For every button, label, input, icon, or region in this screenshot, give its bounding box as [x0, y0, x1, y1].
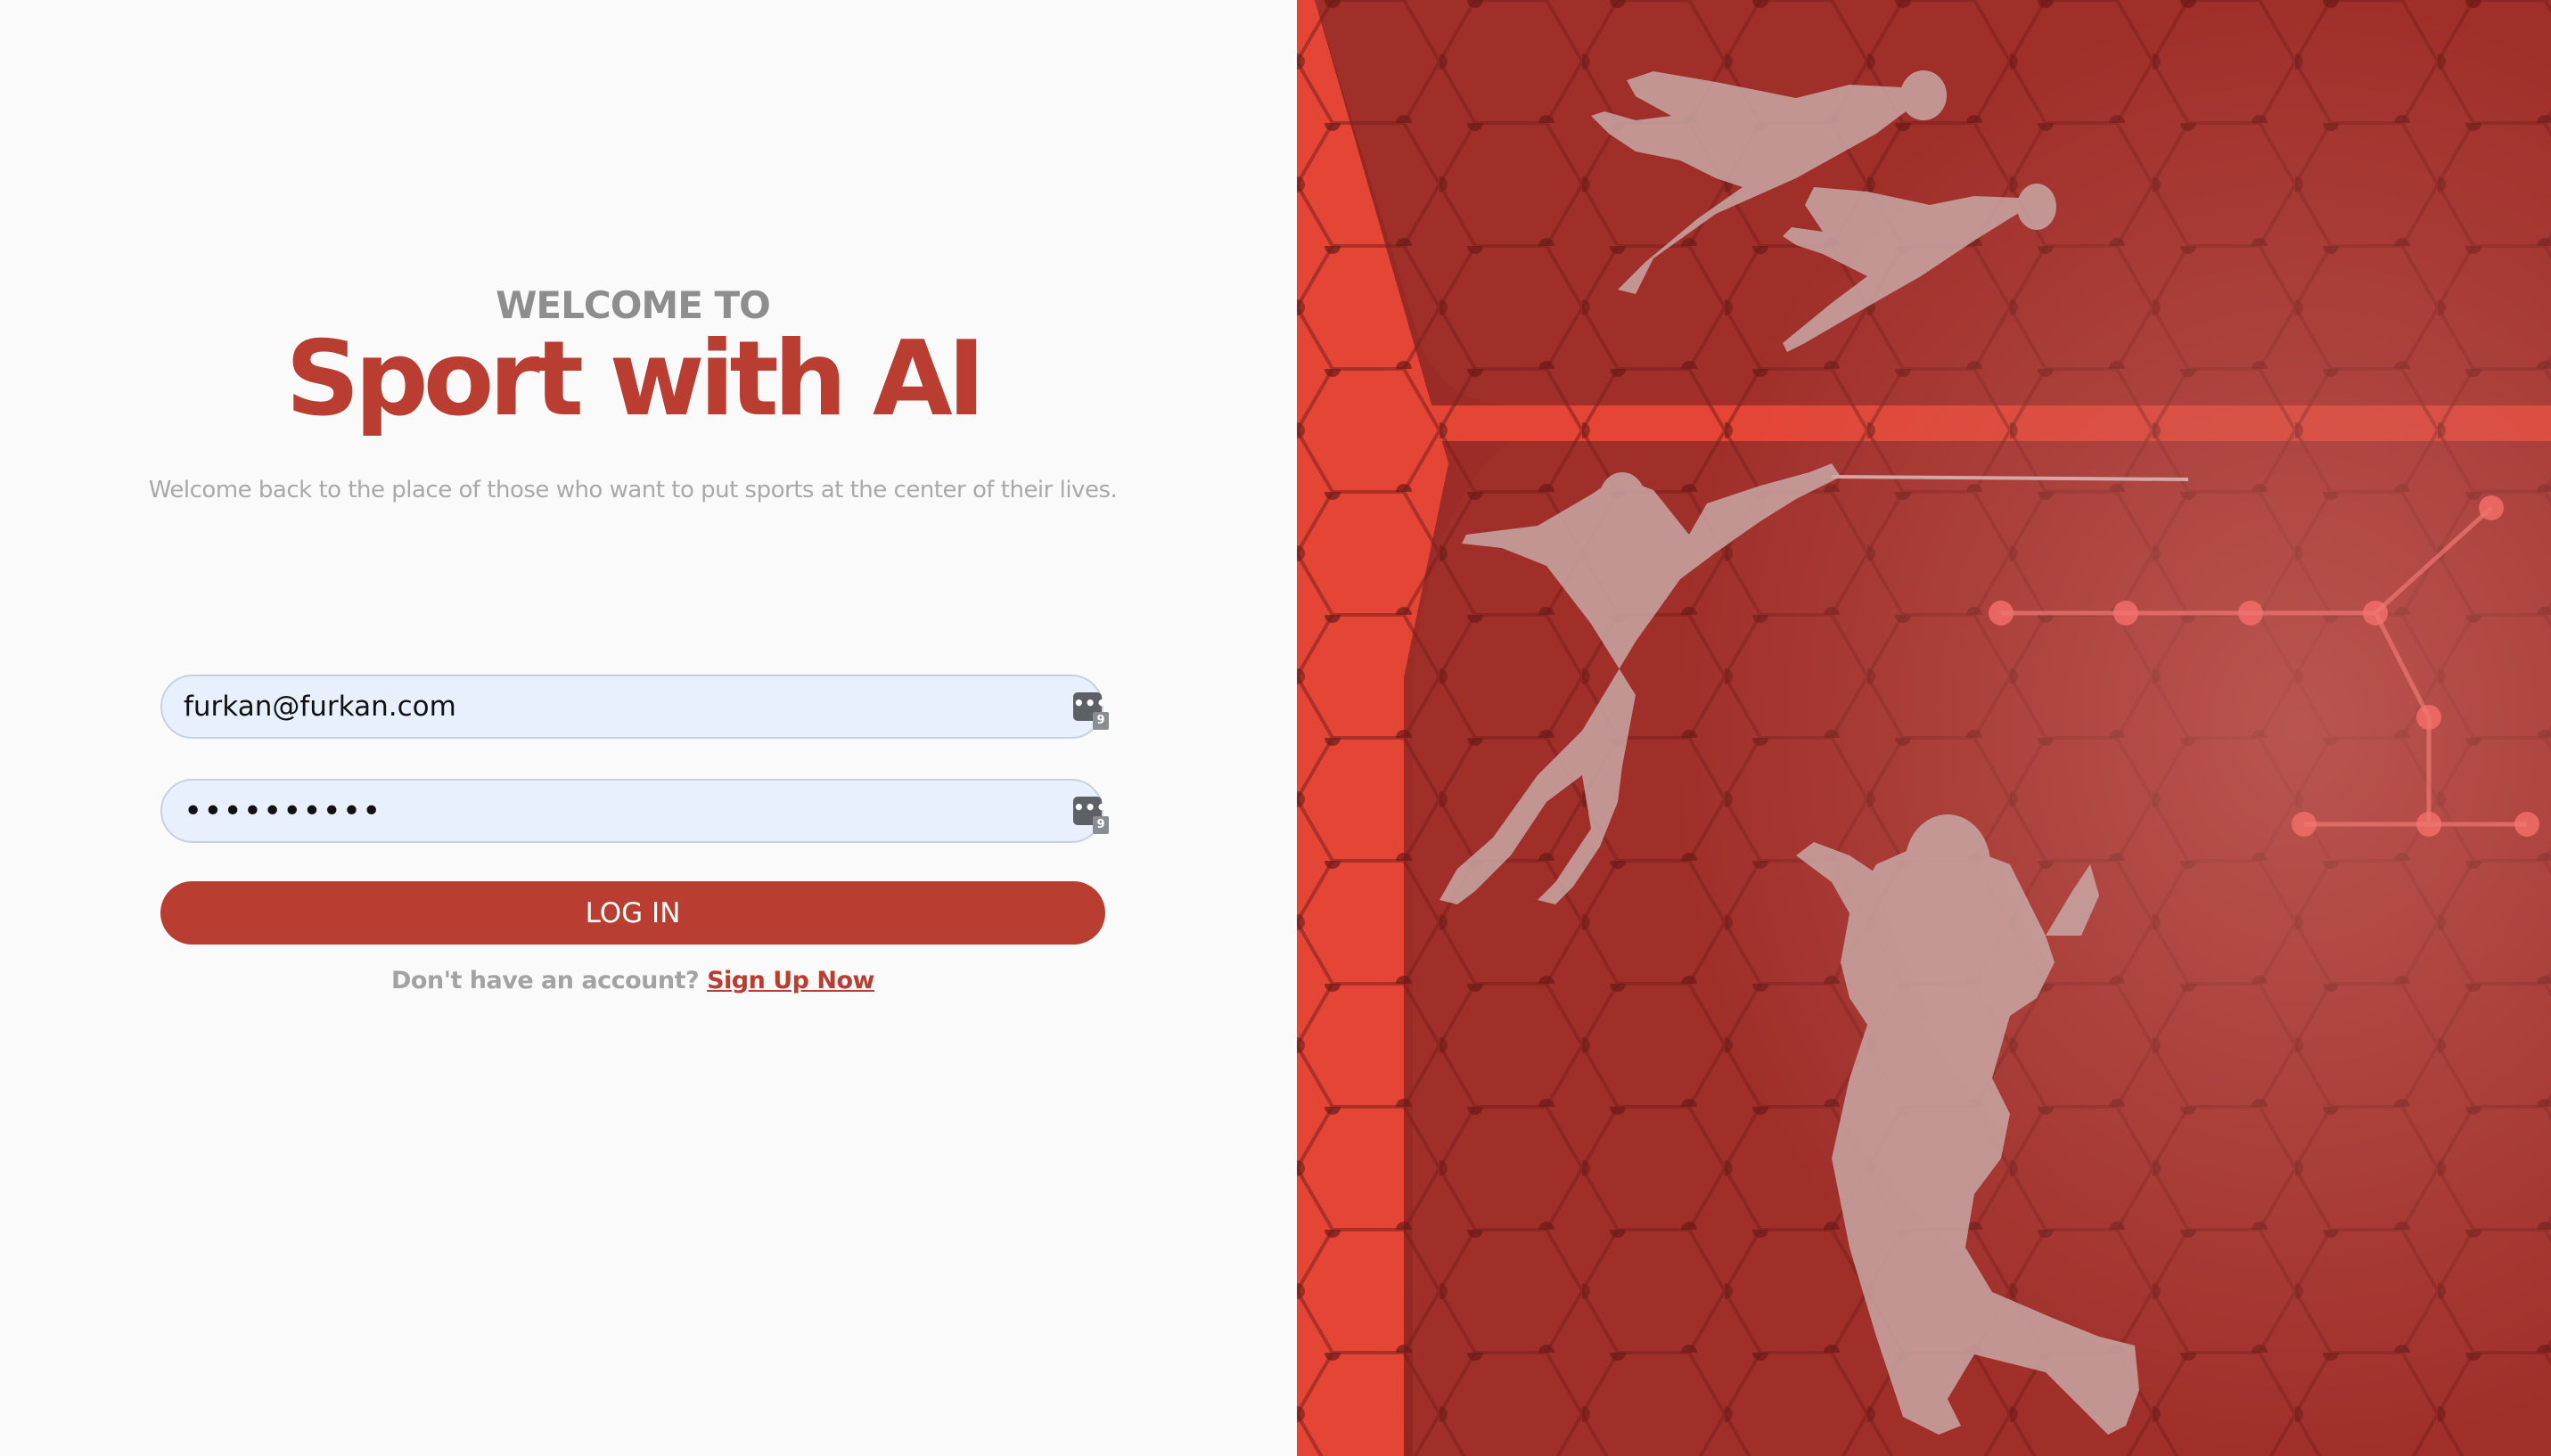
- password-field-container: ••• 9: [160, 779, 1109, 843]
- email-field-container: ••• 9: [160, 675, 1109, 739]
- signup-link[interactable]: Sign Up Now: [707, 967, 874, 994]
- tagline: Welcome back to the place of those who w…: [148, 477, 1118, 503]
- password-manager-count: 9: [1093, 816, 1109, 834]
- password-field[interactable]: [184, 781, 1004, 841]
- hero-image: [1297, 0, 2551, 1456]
- email-field[interactable]: [184, 676, 1004, 737]
- login-button[interactable]: LOG IN: [160, 881, 1105, 945]
- signup-prompt: Don't have an account?: [391, 967, 700, 994]
- password-manager-count: 9: [1093, 712, 1109, 730]
- login-panel: WELCOME TO Sport with AI Welcome back to…: [0, 0, 1297, 1456]
- password-manager-icon[interactable]: ••• 9: [1073, 692, 1109, 730]
- signup-row: Don't have an account? Sign Up Now: [0, 967, 1266, 994]
- hero-illustration: [1297, 0, 2551, 1456]
- password-manager-icon[interactable]: ••• 9: [1073, 797, 1109, 834]
- page-title: Sport with AI: [285, 319, 986, 439]
